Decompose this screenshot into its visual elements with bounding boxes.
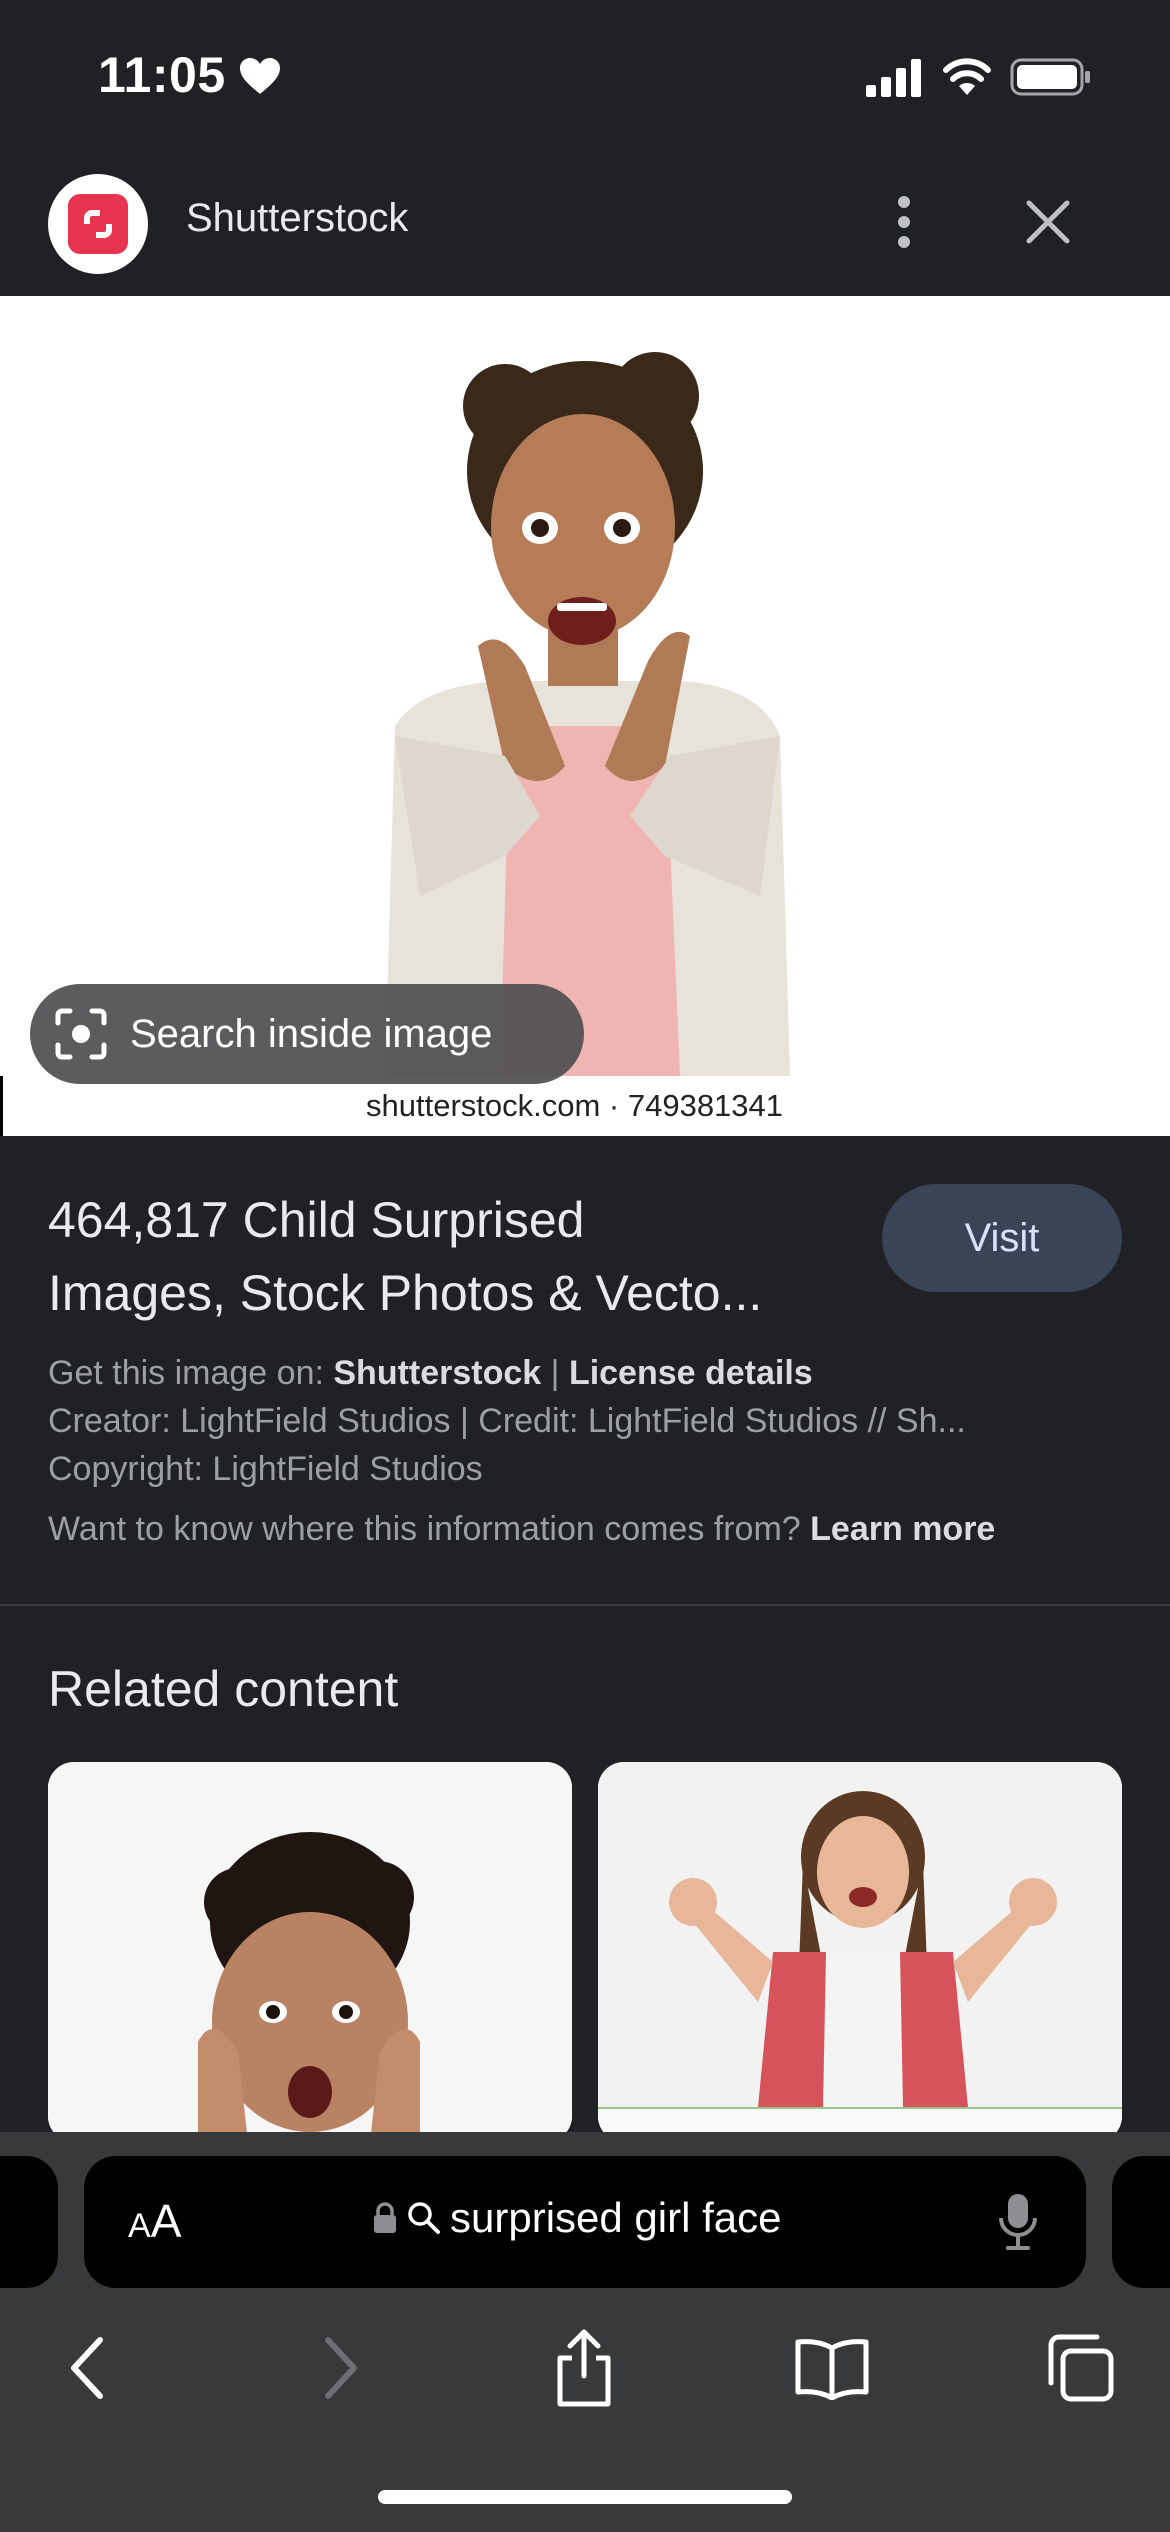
forward-icon[interactable] <box>290 2318 390 2418</box>
status-time: 11:05 <box>98 47 226 103</box>
close-icon[interactable] <box>1016 190 1080 254</box>
related-card[interactable] <box>48 1762 572 2142</box>
heart-icon <box>240 58 280 94</box>
section-divider <box>0 1604 1170 1606</box>
learn-more-link[interactable]: Learn more <box>810 1510 995 1548</box>
result-title-line2: Images, Stock Photos & Vecto... <box>48 1265 763 1321</box>
wifi-icon <box>943 58 991 95</box>
result-info: 464,817 Child Surprised Images, Stock Ph… <box>0 1136 1170 1606</box>
reader-options-button[interactable]: AA <box>128 2194 181 2248</box>
info-question-line: Want to know where this information come… <box>48 1510 996 1548</box>
related-thumbnail <box>598 1762 1122 2142</box>
related-content-heading: Related content <box>48 1661 399 1717</box>
image-preview[interactable]: Search inside image shutterstock.com · 7… <box>0 296 1170 1136</box>
image-watermark: shutterstock.com · 749381341 <box>366 1088 784 1123</box>
source-line: Get this image on: Shutterstock | Licens… <box>48 1354 813 1392</box>
next-tab-pill[interactable] <box>1112 2156 1170 2288</box>
home-indicator[interactable] <box>378 2490 792 2504</box>
share-icon[interactable] <box>534 2318 634 2418</box>
status-bar: 11:05 <box>0 0 1170 150</box>
copyright-line: Copyright: LightField Studios <box>48 1450 483 1488</box>
related-thumbnail <box>48 1762 572 2142</box>
search-icon <box>408 2202 440 2234</box>
address-bar[interactable]: AA surprised girl face <box>84 2156 1086 2288</box>
url-text: surprised girl face <box>450 2194 782 2241</box>
lens-icon <box>55 1008 107 1060</box>
shutterstock-logo-icon[interactable] <box>48 174 148 274</box>
more-vertical-icon[interactable] <box>876 190 932 254</box>
visit-button[interactable]: Visit <box>882 1184 1122 1292</box>
source-link[interactable]: Shutterstock <box>333 1354 541 1392</box>
lock-icon <box>374 2202 396 2233</box>
battery-icon <box>1010 58 1090 96</box>
result-header: Shutterstock <box>0 150 1170 296</box>
previous-tab-pill[interactable] <box>0 2156 58 2288</box>
search-inside-image-button[interactable]: Search inside image <box>30 984 584 1084</box>
microphone-icon[interactable] <box>996 2192 1040 2252</box>
url-display[interactable]: surprised girl face <box>372 2194 781 2242</box>
tabs-icon[interactable] <box>1030 2318 1130 2418</box>
license-details-link[interactable]: License details <box>569 1354 813 1392</box>
search-inside-image-label: Search inside image <box>130 1011 493 1056</box>
screen: 11:05 Shutterstock Search inside image s… <box>0 0 1170 2532</box>
bookmarks-icon[interactable] <box>782 2318 882 2418</box>
result-title-line1: 464,817 Child Surprised <box>48 1192 585 1248</box>
result-title[interactable]: 464,817 Child Surprised Images, Stock Ph… <box>48 1184 848 1330</box>
creator-line: Creator: LightField Studios | Credit: Li… <box>48 1402 966 1440</box>
status-icons <box>866 56 1092 98</box>
site-name[interactable]: Shutterstock <box>186 196 408 241</box>
cellular-signal-icon <box>866 59 921 97</box>
related-card[interactable] <box>598 1762 1122 2142</box>
back-icon[interactable] <box>38 2318 138 2418</box>
